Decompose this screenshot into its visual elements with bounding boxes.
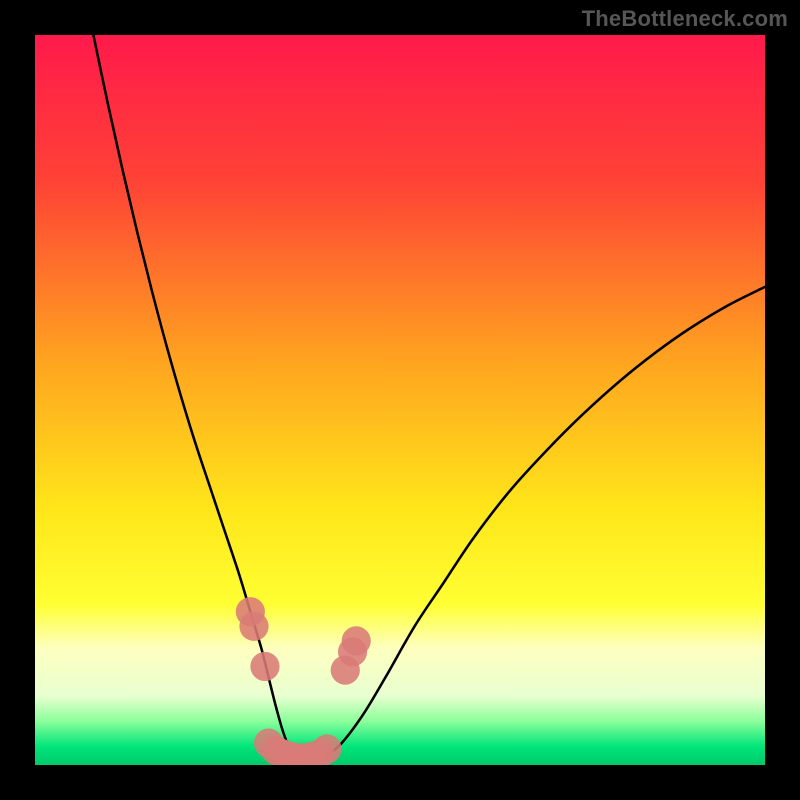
highlight-marker <box>239 612 268 641</box>
highlight-marker <box>250 652 279 681</box>
watermark-text: TheBottleneck.com <box>582 6 788 32</box>
chart-frame: TheBottleneck.com <box>0 0 800 800</box>
markers-layer <box>35 35 765 765</box>
plot-area <box>35 35 765 765</box>
highlight-marker <box>312 734 341 763</box>
highlight-marker <box>342 626 371 655</box>
